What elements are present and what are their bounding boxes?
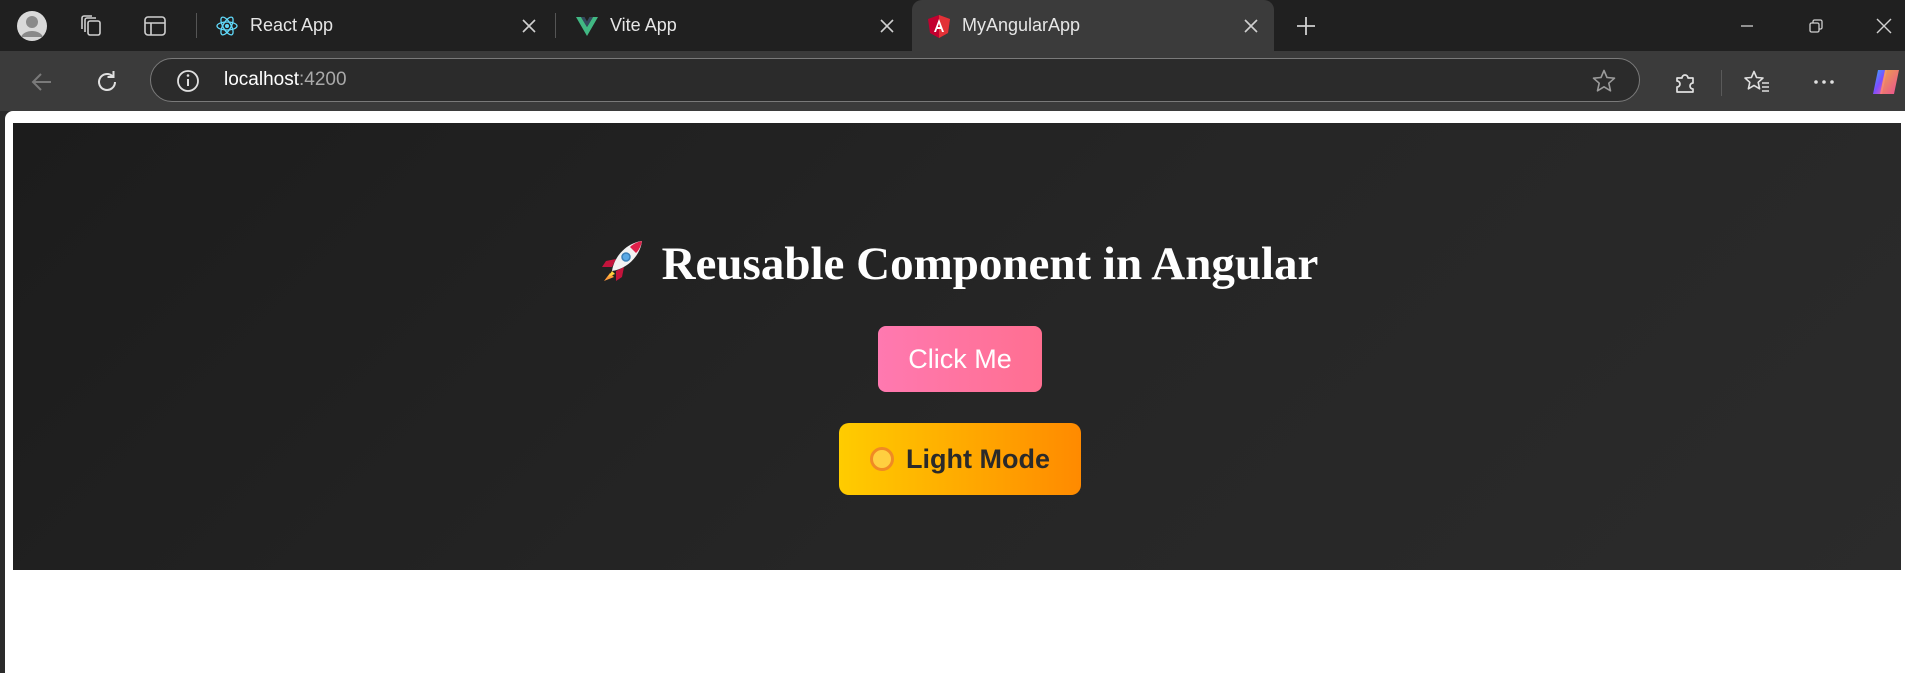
- tab-close-button[interactable]: [516, 13, 542, 39]
- plus-icon: [1297, 17, 1315, 35]
- refresh-button[interactable]: [90, 65, 124, 99]
- address-bar[interactable]: localhost:4200: [150, 58, 1640, 102]
- tab-my-angular-app[interactable]: MyAngularApp: [912, 0, 1274, 51]
- angular-icon: [928, 15, 950, 38]
- favorites-button[interactable]: [1740, 65, 1774, 99]
- url-host: localhost: [224, 69, 299, 90]
- site-info-icon[interactable]: [175, 68, 201, 94]
- rocket-icon: [601, 241, 642, 281]
- copilot-icon: [1873, 70, 1899, 94]
- restore-button[interactable]: [1796, 10, 1836, 42]
- url-text[interactable]: localhost:4200: [224, 69, 347, 91]
- minimize-icon: [1741, 25, 1753, 27]
- back-button[interactable]: [25, 65, 59, 99]
- react-icon: [216, 16, 238, 36]
- minimize-button[interactable]: [1727, 10, 1767, 42]
- tab-close-button[interactable]: [874, 13, 900, 39]
- workspaces-button[interactable]: [77, 11, 107, 41]
- extensions-button[interactable]: [1668, 65, 1702, 99]
- light-mode-toggle-button[interactable]: Light Mode: [839, 423, 1081, 495]
- tab-separator: [555, 13, 556, 38]
- refresh-icon: [98, 71, 116, 91]
- app-container: Reusable Component in Angular Click Me L…: [13, 123, 1901, 570]
- tab-close-button[interactable]: [1238, 13, 1264, 39]
- click-me-button[interactable]: Click Me: [878, 326, 1042, 392]
- vite-icon: [576, 17, 598, 36]
- vertical-tabs-button[interactable]: [140, 11, 170, 41]
- back-arrow-icon: [31, 73, 51, 91]
- browser-toolbar: localhost:4200: [0, 51, 1905, 111]
- close-icon: [522, 19, 536, 33]
- light-mode-label: Light Mode: [906, 443, 1050, 474]
- restore-icon: [1809, 19, 1823, 33]
- close-icon: [880, 19, 894, 33]
- page-heading-text: Reusable Component in Angular: [661, 238, 1319, 290]
- tab-title: React App: [250, 15, 334, 35]
- workspaces-icon: [81, 15, 101, 36]
- more-menu-button[interactable]: [1807, 65, 1841, 99]
- favorites-list-icon: [1744, 70, 1769, 92]
- close-icon: [1244, 19, 1258, 33]
- close-icon: [1876, 18, 1892, 34]
- tab-strip: React App Vite App MyAngularApp: [0, 0, 1905, 51]
- toolbar-separator: [1721, 70, 1722, 96]
- copilot-button[interactable]: [1869, 65, 1903, 99]
- tab-title: Vite App: [610, 15, 677, 35]
- profile-icon: [17, 11, 47, 41]
- profile-avatar[interactable]: [17, 11, 47, 41]
- more-dots-icon: [1814, 80, 1834, 84]
- url-port: :4200: [299, 69, 347, 90]
- tab-separator: [196, 13, 197, 38]
- puzzle-icon: [1676, 74, 1694, 93]
- close-window-button[interactable]: [1864, 10, 1904, 42]
- sidebar-tabs-icon: [144, 16, 166, 36]
- tab-title: MyAngularApp: [962, 15, 1081, 35]
- tab-react-app[interactable]: React App: [200, 0, 552, 51]
- sun-icon: [870, 447, 895, 471]
- page-heading: Reusable Component in Angular: [13, 235, 1901, 291]
- new-tab-button[interactable]: [1290, 10, 1322, 42]
- favorite-star-icon[interactable]: [1591, 68, 1617, 94]
- tab-vite-app[interactable]: Vite App: [560, 0, 910, 51]
